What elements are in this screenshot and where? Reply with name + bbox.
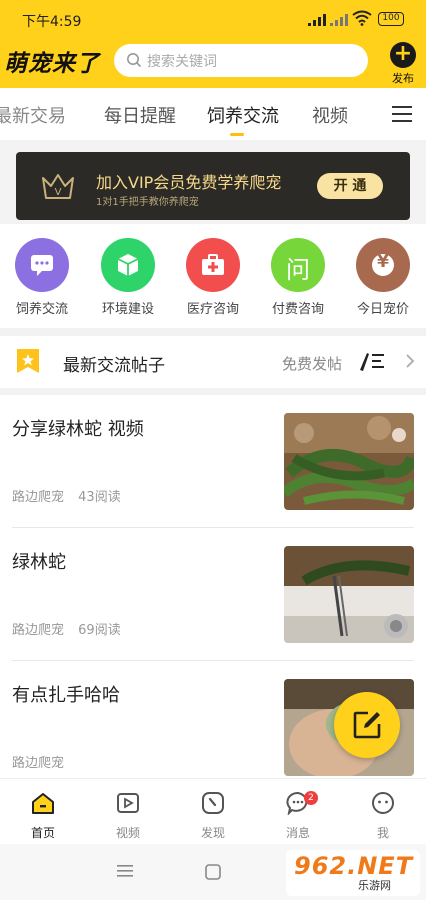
vip-banner[interactable]: V 加入VIP会员免费学养爬宠 1对1手把手教你养爬宠 开 通 xyxy=(16,152,410,220)
nav-video[interactable]: 视频 xyxy=(98,791,158,841)
search-input[interactable]: 搜索关键词 xyxy=(114,44,368,77)
cube-icon xyxy=(117,254,139,276)
edit-icon xyxy=(353,711,381,739)
category-environment[interactable]: 环境建设 xyxy=(90,238,166,317)
search-icon xyxy=(127,53,142,68)
compose-fab[interactable] xyxy=(334,692,400,758)
search-placeholder: 搜索关键词 xyxy=(147,54,217,70)
post-title: 有点扎手哈哈 xyxy=(12,685,120,706)
category-paid-consult[interactable]: 问 付费咨询 xyxy=(260,238,336,317)
svg-text:V: V xyxy=(55,187,62,198)
publish-button[interactable]: + 发布 xyxy=(386,42,420,86)
vip-banner-area: V 加入VIP会员免费学养爬宠 1对1手把手教你养爬宠 开 通 xyxy=(0,140,426,224)
post-author: 路边爬宠 xyxy=(12,490,65,505)
chat-icon xyxy=(31,255,53,276)
free-post-link[interactable]: 免费发帖 xyxy=(282,353,342,374)
chevron-right-icon[interactable] xyxy=(404,353,416,369)
top-header: 下午4:59 100 萌宠来了 搜索关键词 + 发布 xyxy=(0,0,426,88)
post-author: 路边爬宠 xyxy=(12,756,65,771)
nav-messages[interactable]: 2 消息 xyxy=(268,791,328,841)
active-tab-indicator xyxy=(230,133,244,136)
recents-icon[interactable] xyxy=(117,864,133,878)
nav-profile[interactable]: 我 xyxy=(353,791,413,841)
nav-home[interactable]: 首页 xyxy=(13,791,73,841)
publish-label: 发布 xyxy=(392,72,414,85)
post-author: 路边爬宠 xyxy=(12,623,65,638)
post-meta: 路边爬宠 xyxy=(12,752,74,771)
post-thumbnail xyxy=(284,413,414,510)
bottom-nav: 首页 视频 发现 2 消息 我 xyxy=(0,778,426,844)
category-medical[interactable]: 医疗咨询 xyxy=(175,238,251,317)
wifi-icon xyxy=(352,10,372,26)
tab-breeding-exchange[interactable]: 饲养交流 xyxy=(207,102,279,128)
watermark-sub: 乐游网 xyxy=(358,879,391,892)
post-meta: 路边爬宠 69阅读 xyxy=(12,619,131,638)
post-item[interactable]: 分享绿林蛇 视频 路边爬宠 43阅读 xyxy=(0,395,426,528)
app-logo: 萌宠来了 xyxy=(4,50,100,77)
bookmark-star-icon xyxy=(17,349,39,373)
signal-2-icon xyxy=(330,14,352,26)
tab-video[interactable]: 视频 xyxy=(312,102,348,128)
category-row: 饲养交流 环境建设 医疗咨询 问 付费咨询 ¥ 今日宠价 xyxy=(0,224,426,328)
post-reads: 69阅读 xyxy=(78,623,121,638)
ask-icon: 问 xyxy=(286,256,310,284)
vip-open-button[interactable]: 开 通 xyxy=(317,173,383,199)
tab-latest-trade[interactable]: 最新交易 xyxy=(0,102,66,128)
post-item[interactable]: 绿林蛇 路边爬宠 69阅读 xyxy=(0,528,426,661)
nav-discover[interactable]: 发现 xyxy=(183,791,243,841)
post-title: 分享绿林蛇 视频 xyxy=(12,419,144,440)
home-icon xyxy=(32,793,54,814)
profile-icon xyxy=(372,792,394,814)
post-meta: 路边爬宠 43阅读 xyxy=(12,486,131,505)
menu-icon[interactable] xyxy=(392,106,412,122)
signal-icon xyxy=(308,14,330,26)
tab-bar: 最新交易 每日提醒 饲养交流 视频 xyxy=(0,90,426,138)
home-square-icon[interactable] xyxy=(205,864,221,880)
medkit-icon xyxy=(202,254,224,275)
site-watermark: 962.NET 乐游网 xyxy=(286,850,420,896)
status-time: 下午4:59 xyxy=(22,14,82,30)
video-icon xyxy=(117,793,139,813)
status-bar: 下午4:59 100 xyxy=(0,0,426,40)
post-reads: 43阅读 xyxy=(78,490,121,505)
battery-icon: 100 xyxy=(378,12,404,26)
section-title: 最新交流帖子 xyxy=(63,356,165,376)
tab-daily-reminder[interactable]: 每日提醒 xyxy=(104,102,176,128)
category-today-price[interactable]: ¥ 今日宠价 xyxy=(345,238,421,317)
plus-icon: + xyxy=(390,42,416,68)
section-header: 最新交流帖子 免费发帖 xyxy=(0,336,426,388)
post-title: 绿林蛇 xyxy=(12,552,66,573)
divider xyxy=(0,388,426,395)
discover-icon xyxy=(202,792,224,814)
pen-icon[interactable] xyxy=(358,350,386,372)
message-badge: 2 xyxy=(304,791,318,805)
crown-icon: V xyxy=(42,174,74,199)
watermark-brand: 962.NET xyxy=(294,852,414,880)
post-thumbnail xyxy=(284,546,414,643)
category-breeding-exchange[interactable]: 饲养交流 xyxy=(4,238,80,317)
vip-subtitle: 1对1手把手教你养爬宠 xyxy=(96,197,199,208)
divider xyxy=(0,328,426,336)
vip-title: 加入VIP会员免费学养爬宠 xyxy=(96,173,282,192)
